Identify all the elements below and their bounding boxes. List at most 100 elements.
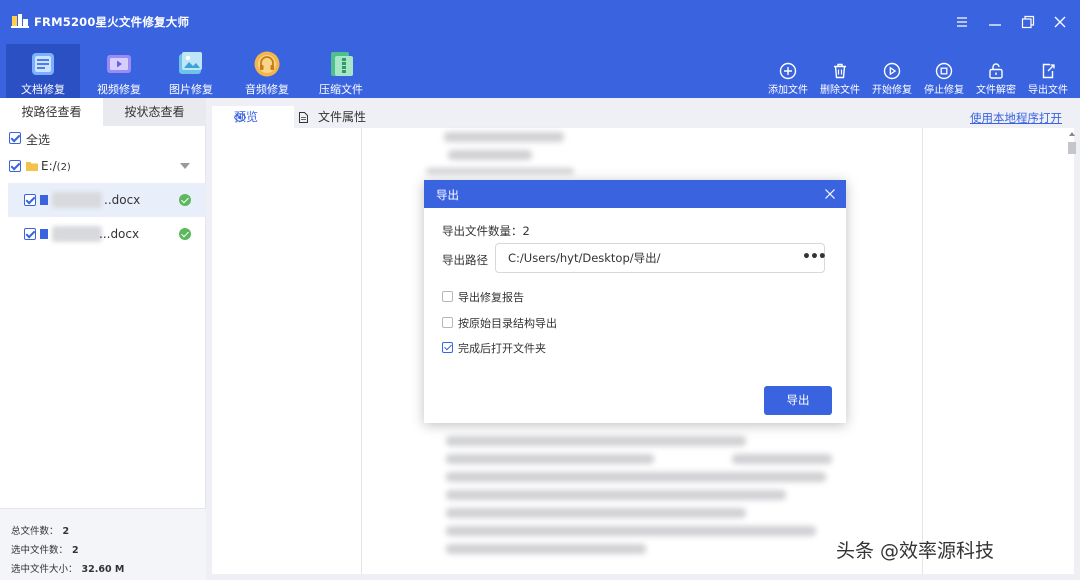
keep-structure-label: 按原始目录结构导出 (458, 317, 557, 330)
video-repair-icon (107, 55, 131, 73)
tool-label: 导出文件 (1028, 85, 1068, 96)
blurred-text (446, 490, 786, 500)
stats-panel: 总文件数： 2 选中文件数： 2 选中文件大小： 32.60 M (0, 508, 206, 580)
module-archive-file[interactable]: 压缩文件 (304, 44, 378, 98)
title-bar: FRM5200星火文件修复大师 (0, 0, 1080, 44)
eye-icon (234, 113, 246, 122)
module-document-repair[interactable]: 文档修复 (6, 44, 80, 98)
blurred-text (446, 508, 746, 518)
total-files-stat: 总文件数： 2 (11, 523, 69, 537)
file-checkbox[interactable] (24, 228, 36, 240)
stat-value: 2 (62, 526, 70, 537)
audio-repair-icon (254, 51, 280, 77)
file-extension: ..docx (104, 193, 141, 207)
menu-button[interactable] (950, 10, 974, 34)
add-circle-icon (779, 62, 797, 80)
start-repair-button[interactable]: 开始修复 (867, 62, 917, 96)
unlock-icon (989, 63, 1003, 79)
stat-value: 2 (72, 545, 79, 556)
sidebar-tabs: 按路径查看 按状态查看 (0, 98, 206, 126)
stop-icon (935, 62, 953, 80)
docx-file-icon (40, 229, 48, 239)
export-report-checkbox[interactable] (442, 291, 453, 302)
watermark: 头条 @效率源科技 (836, 540, 995, 562)
tool-label: 开始修复 (872, 85, 912, 96)
keep-structure-checkbox[interactable] (442, 317, 453, 328)
success-check-icon (179, 228, 191, 240)
add-file-button[interactable]: 添加文件 (763, 62, 813, 96)
open-folder-label: 完成后打开文件夹 (458, 342, 546, 355)
blurred-text (446, 472, 826, 482)
tab-by-status[interactable]: 按状态查看 (103, 98, 206, 126)
app-title: FRM5200星火文件修复大师 (34, 15, 190, 29)
menu-icon (957, 17, 967, 27)
export-path-input[interactable] (495, 243, 825, 273)
blurred-text (446, 544, 646, 554)
blurred-filename (52, 192, 102, 208)
module-label: 文档修复 (21, 83, 65, 96)
blurred-text (448, 150, 532, 160)
blurred-text (446, 526, 816, 536)
stat-label: 选中文件数： (11, 545, 69, 556)
selected-files-stat: 选中文件数： 2 (11, 542, 79, 556)
open-with-local-program-link[interactable]: 使用本地程序打开 (970, 110, 1062, 126)
document-repair-icon (32, 53, 54, 75)
blurred-text (732, 454, 832, 464)
sidebar: 按路径查看 按状态查看 全选 E:/(2) ..docx ...docx 总文件… (0, 98, 206, 580)
document-icon (299, 112, 308, 123)
delete-file-button[interactable]: 删除文件 (815, 62, 865, 96)
close-icon[interactable] (823, 187, 837, 201)
trash-icon (834, 63, 846, 79)
restore-button[interactable] (1016, 10, 1040, 34)
tool-label: 文件解密 (976, 85, 1016, 96)
close-button[interactable] (1048, 10, 1072, 34)
archive-file-icon (331, 52, 353, 76)
folder-icon (26, 162, 38, 171)
stat-label: 总文件数： (11, 526, 59, 537)
module-audio-repair[interactable]: 音频修复 (230, 44, 304, 98)
stat-label: 选中文件大小： (11, 564, 78, 575)
module-video-repair[interactable]: 视频修复 (82, 44, 156, 98)
scrollbar-thumb[interactable] (1068, 142, 1076, 154)
folder-count: (2) (56, 162, 71, 173)
blurred-text (444, 132, 564, 142)
module-label: 压缩文件 (319, 83, 363, 96)
file-row[interactable]: ...docx (8, 217, 206, 251)
module-image-repair[interactable]: 图片修复 (154, 44, 228, 98)
export-file-button[interactable]: 导出文件 (1023, 62, 1073, 96)
docx-file-icon (40, 195, 48, 205)
collapse-arrow-icon[interactable] (180, 163, 190, 169)
selected-size-stat: 选中文件大小： 32.60 M (11, 561, 124, 575)
browse-more-button[interactable]: ••• (802, 249, 827, 265)
blurred-text (426, 168, 574, 174)
tab-preview[interactable]: 预览 (212, 106, 294, 128)
preview-tabs: 预览 文件属性 (212, 106, 1074, 128)
folder-label[interactable]: E:/(2) (41, 159, 71, 173)
select-all-checkbox[interactable] (9, 132, 21, 144)
module-label: 音频修复 (245, 83, 289, 96)
blurred-text (446, 436, 746, 446)
decrypt-file-button[interactable]: 文件解密 (971, 62, 1021, 96)
file-row[interactable]: ..docx (8, 183, 206, 217)
stat-value: 32.60 M (81, 564, 125, 575)
export-button[interactable]: 导出 (764, 386, 832, 415)
tool-label: 删除文件 (820, 85, 860, 96)
tab-file-properties[interactable]: 文件属性 (298, 106, 366, 128)
minimize-button[interactable] (983, 10, 1007, 34)
stop-repair-button[interactable]: 停止修复 (919, 62, 969, 96)
export-report-label: 导出修复报告 (458, 291, 524, 304)
open-folder-checkbox[interactable] (442, 342, 453, 353)
file-checkbox[interactable] (24, 194, 36, 206)
folder-checkbox[interactable] (9, 160, 21, 172)
export-icon (1042, 63, 1055, 79)
export-path-label: 导出路径 (442, 253, 488, 267)
scroll-up-arrow[interactable] (1069, 132, 1075, 136)
tool-label: 停止修复 (924, 85, 964, 96)
blurred-filename (52, 226, 102, 242)
module-label: 图片修复 (169, 83, 213, 96)
tab-by-path[interactable]: 按路径查看 (0, 98, 103, 126)
app-logo-icon (11, 14, 29, 28)
folder-name: E:/ (41, 159, 57, 173)
dialog-title: 导出 (436, 188, 459, 202)
play-icon (883, 62, 901, 80)
